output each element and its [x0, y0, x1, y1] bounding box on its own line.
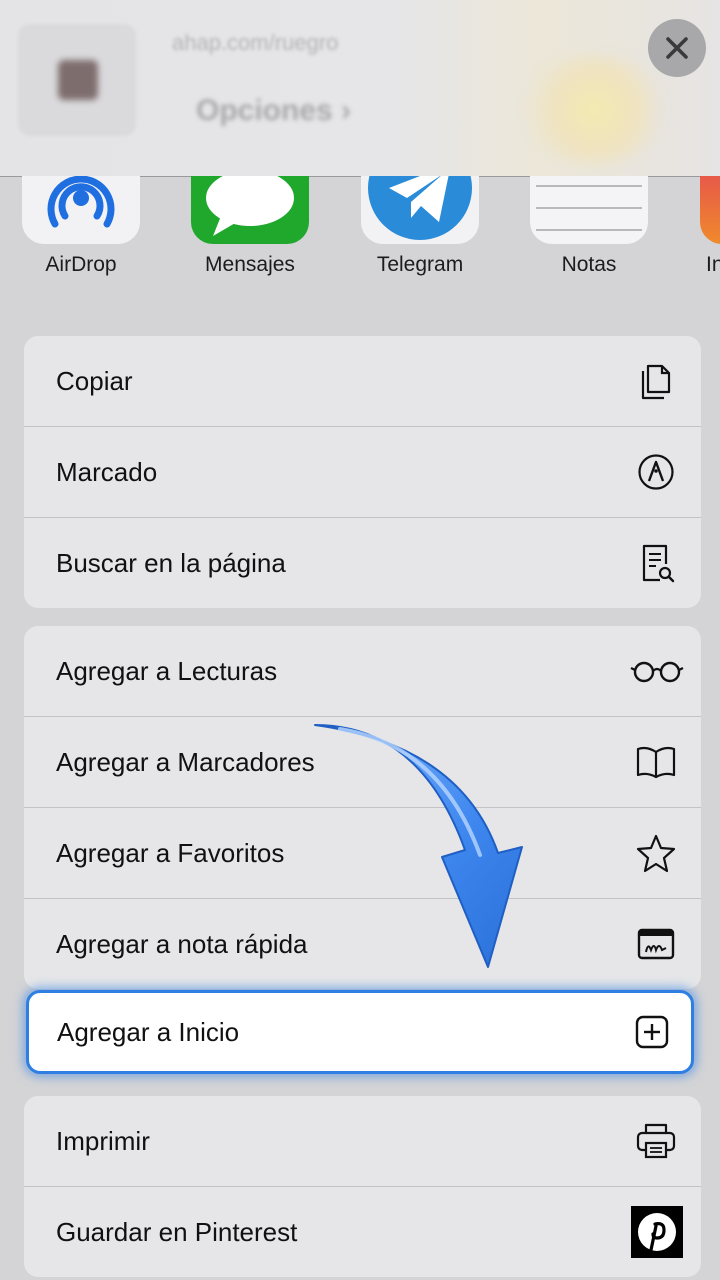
action-find-on-page[interactable]: Buscar en la página	[24, 518, 701, 608]
quick-note-icon	[633, 921, 679, 967]
notes-icon	[530, 176, 648, 244]
glasses-icon	[629, 648, 685, 694]
action-label: Marcado	[56, 457, 158, 487]
find-on-page-icon	[633, 540, 679, 586]
plus-square-icon	[629, 1009, 675, 1055]
airdrop-icon	[22, 176, 140, 244]
telegram-icon	[361, 176, 479, 244]
printer-icon	[633, 1118, 679, 1164]
pinterest-icon	[631, 1206, 683, 1258]
book-icon	[633, 739, 679, 785]
app-label-telegram: Telegram	[376, 253, 464, 276]
action-label: Agregar a nota rápida	[56, 929, 308, 959]
app-label-messages: Mensajes	[205, 253, 295, 276]
share-app-row: AirDrop Mensajes Telegram Notas In	[0, 176, 720, 286]
header-glow	[520, 55, 670, 165]
action-label: Buscar en la página	[56, 548, 286, 578]
action-label: Agregar a Marcadores	[56, 747, 315, 777]
action-group-other: Imprimir Guardar en Pinterest	[24, 1096, 701, 1277]
page-url: ahap.com/ruegro	[172, 30, 339, 55]
pointer-arrow	[314, 724, 523, 968]
app-label-airdrop: AirDrop	[45, 253, 117, 276]
page-thumbnail	[18, 24, 136, 136]
share-sheet-header: ahap.com/ruegro Opciones ›	[0, 0, 720, 177]
action-copy[interactable]: Copiar	[24, 336, 701, 427]
options-button[interactable]: Opciones ›	[196, 94, 351, 128]
action-markup[interactable]: Marcado	[24, 427, 701, 518]
action-label: Agregar a Lecturas	[56, 656, 278, 686]
markup-icon	[633, 449, 679, 495]
close-button[interactable]	[648, 19, 706, 77]
copy-icon	[633, 358, 679, 404]
action-add-reading-list[interactable]: Agregar a Lecturas	[24, 626, 701, 717]
messages-icon	[191, 176, 309, 244]
action-label: Guardar en Pinterest	[56, 1217, 298, 1247]
action-save-pinterest[interactable]: Guardar en Pinterest	[24, 1187, 701, 1277]
action-label: Imprimir	[56, 1126, 150, 1156]
close-icon	[666, 37, 688, 59]
star-icon	[633, 830, 679, 876]
app-label-notes: Notas	[561, 253, 617, 276]
action-print[interactable]: Imprimir	[24, 1096, 701, 1187]
app-label-instagram: In	[706, 253, 720, 276]
instagram-icon	[700, 176, 720, 244]
action-label: Agregar a Favoritos	[56, 838, 285, 868]
action-group-edit: Copiar Marcado Buscar en la página	[24, 336, 701, 608]
thumbnail-image	[58, 60, 98, 100]
action-add-to-home-screen[interactable]: Agregar a Inicio	[26, 990, 694, 1074]
action-label: Copiar	[56, 366, 133, 396]
action-label: Agregar a Inicio	[57, 1017, 240, 1047]
